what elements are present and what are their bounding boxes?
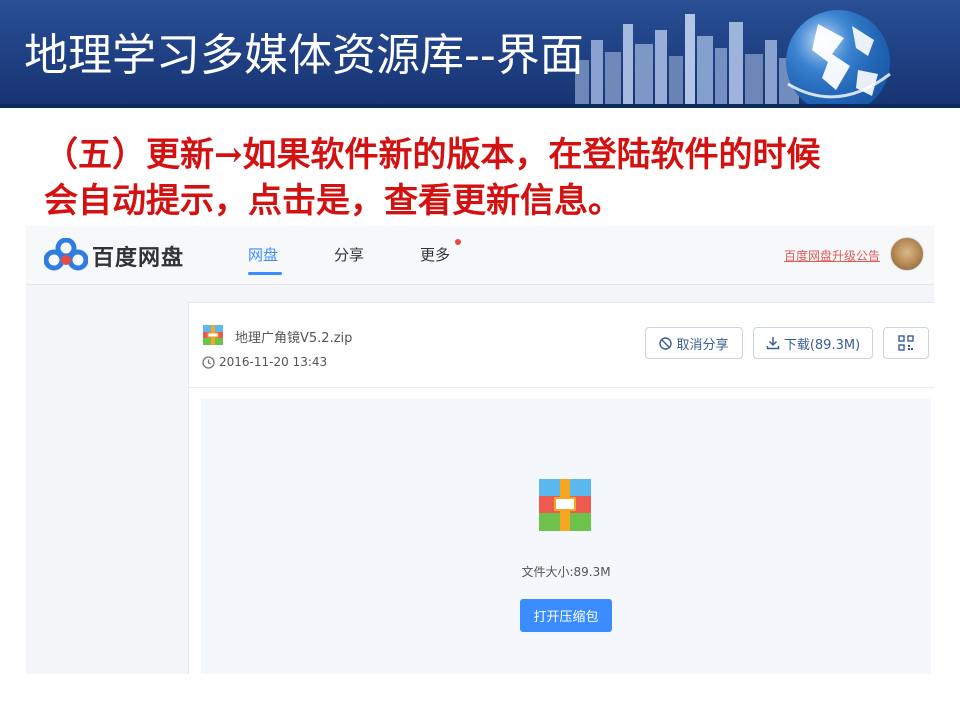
download-button[interactable]: 下载(89.3M) [753,327,873,359]
cancel-share-button[interactable]: 取消分享 [645,327,743,359]
slide-body-text: （五）更新→如果软件新的版本，在登陆软件的时候 会自动提示，点击是，查看更新信息… [44,132,924,224]
nav-active-indicator [248,272,282,275]
clock-icon [202,356,215,369]
download-label: 下载(89.3M) [783,337,861,353]
cancel-share-label: 取消分享 [676,337,729,353]
body-line-2: 会自动提示，点击是，查看更新信息。 [44,181,622,221]
slide-title: 地理学习多媒体资源库--界面 [24,30,584,81]
download-icon [766,337,780,350]
globe-logo [786,10,891,108]
file-size-label: 文件大小:89.3M [521,565,611,579]
netdisk-screenshot: 百度网盘 网盘 分享 更多 百度网盘升级公告 地理广角镜V5.2.zip 201… [26,226,934,674]
share-time: 2016-11-20 13:43 [219,355,328,369]
header-underline [0,104,960,108]
upgrade-notice-link[interactable]: 百度网盘升级公告 [784,247,880,264]
zip-archive-large-icon [539,479,591,531]
file-share-panel: 地理广角镜V5.2.zip 2016-11-20 13:43 取消分享 下载(8… [188,302,934,674]
brand-name: 百度网盘 [92,246,185,271]
zip-file-icon [203,325,223,345]
body-line-1: （五）更新→如果软件新的版本，在登陆软件的时候 [44,135,821,175]
app-topbar: 百度网盘 网盘 分享 更多 百度网盘升级公告 [26,226,934,285]
file-name: 地理广角镜V5.2.zip [235,331,353,346]
open-archive-button[interactable]: 打开压缩包 [520,599,612,632]
nav-tab-share[interactable]: 分享 [334,244,364,265]
qrcode-icon [898,335,914,351]
slide-header: 地理学习多媒体资源库--界面 [0,0,960,108]
nav-tab-netdisk[interactable]: 网盘 [248,244,278,265]
file-preview-area: 文件大小:89.3M 打开压缩包 [201,399,931,674]
city-skyline-image [575,14,799,108]
qrcode-button[interactable] [883,327,929,359]
nav-tab-more[interactable]: 更多 [420,244,450,265]
baidu-netdisk-logo-icon [44,238,88,271]
panel-divider [189,387,934,388]
cancel-icon [659,336,673,350]
user-avatar[interactable] [890,237,924,271]
notification-dot-icon [455,239,461,245]
